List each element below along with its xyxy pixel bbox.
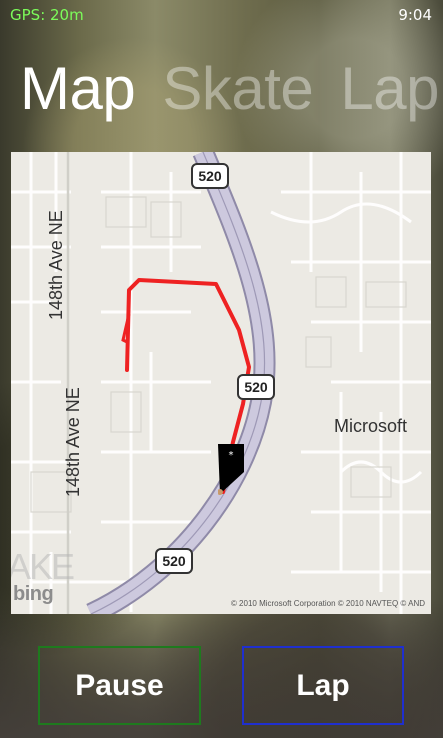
location-marker-icon: *: [218, 444, 244, 496]
street-label-148th-bottom: 148th Ave NE: [63, 387, 83, 497]
street-label-148th-top: 148th Ave NE: [46, 210, 66, 320]
map-copyright: © 2010 Microsoft Corporation © 2010 NAVT…: [230, 599, 425, 608]
gps-accuracy: GPS: 20m: [10, 6, 84, 24]
lap-button[interactable]: Lap: [242, 646, 404, 725]
pause-button[interactable]: Pause: [38, 646, 201, 725]
pivot-tab-lap[interactable]: Lap: [340, 54, 439, 124]
svg-text:*: *: [229, 450, 234, 461]
status-bar: GPS: 20m 9:04: [0, 0, 443, 32]
map-view[interactable]: 148th Ave NE 148th Ave NE 520 520 520 Mi…: [11, 152, 431, 614]
app-watermark: AKE: [11, 546, 75, 587]
bing-logo: bing: [13, 583, 54, 605]
place-label-microsoft: Microsoft: [334, 416, 408, 436]
pivot-tab-skate[interactable]: Skate: [162, 54, 313, 124]
clock: 9:04: [398, 6, 432, 24]
pivot-header: Map Skate Lap: [20, 54, 443, 124]
map-streets: [11, 152, 431, 614]
pivot-tab-map[interactable]: Map: [20, 54, 136, 124]
highway-shield-520: 520: [155, 548, 193, 574]
highway-shield-520: 520: [237, 374, 275, 400]
highway-shield-520: 520: [191, 163, 229, 189]
